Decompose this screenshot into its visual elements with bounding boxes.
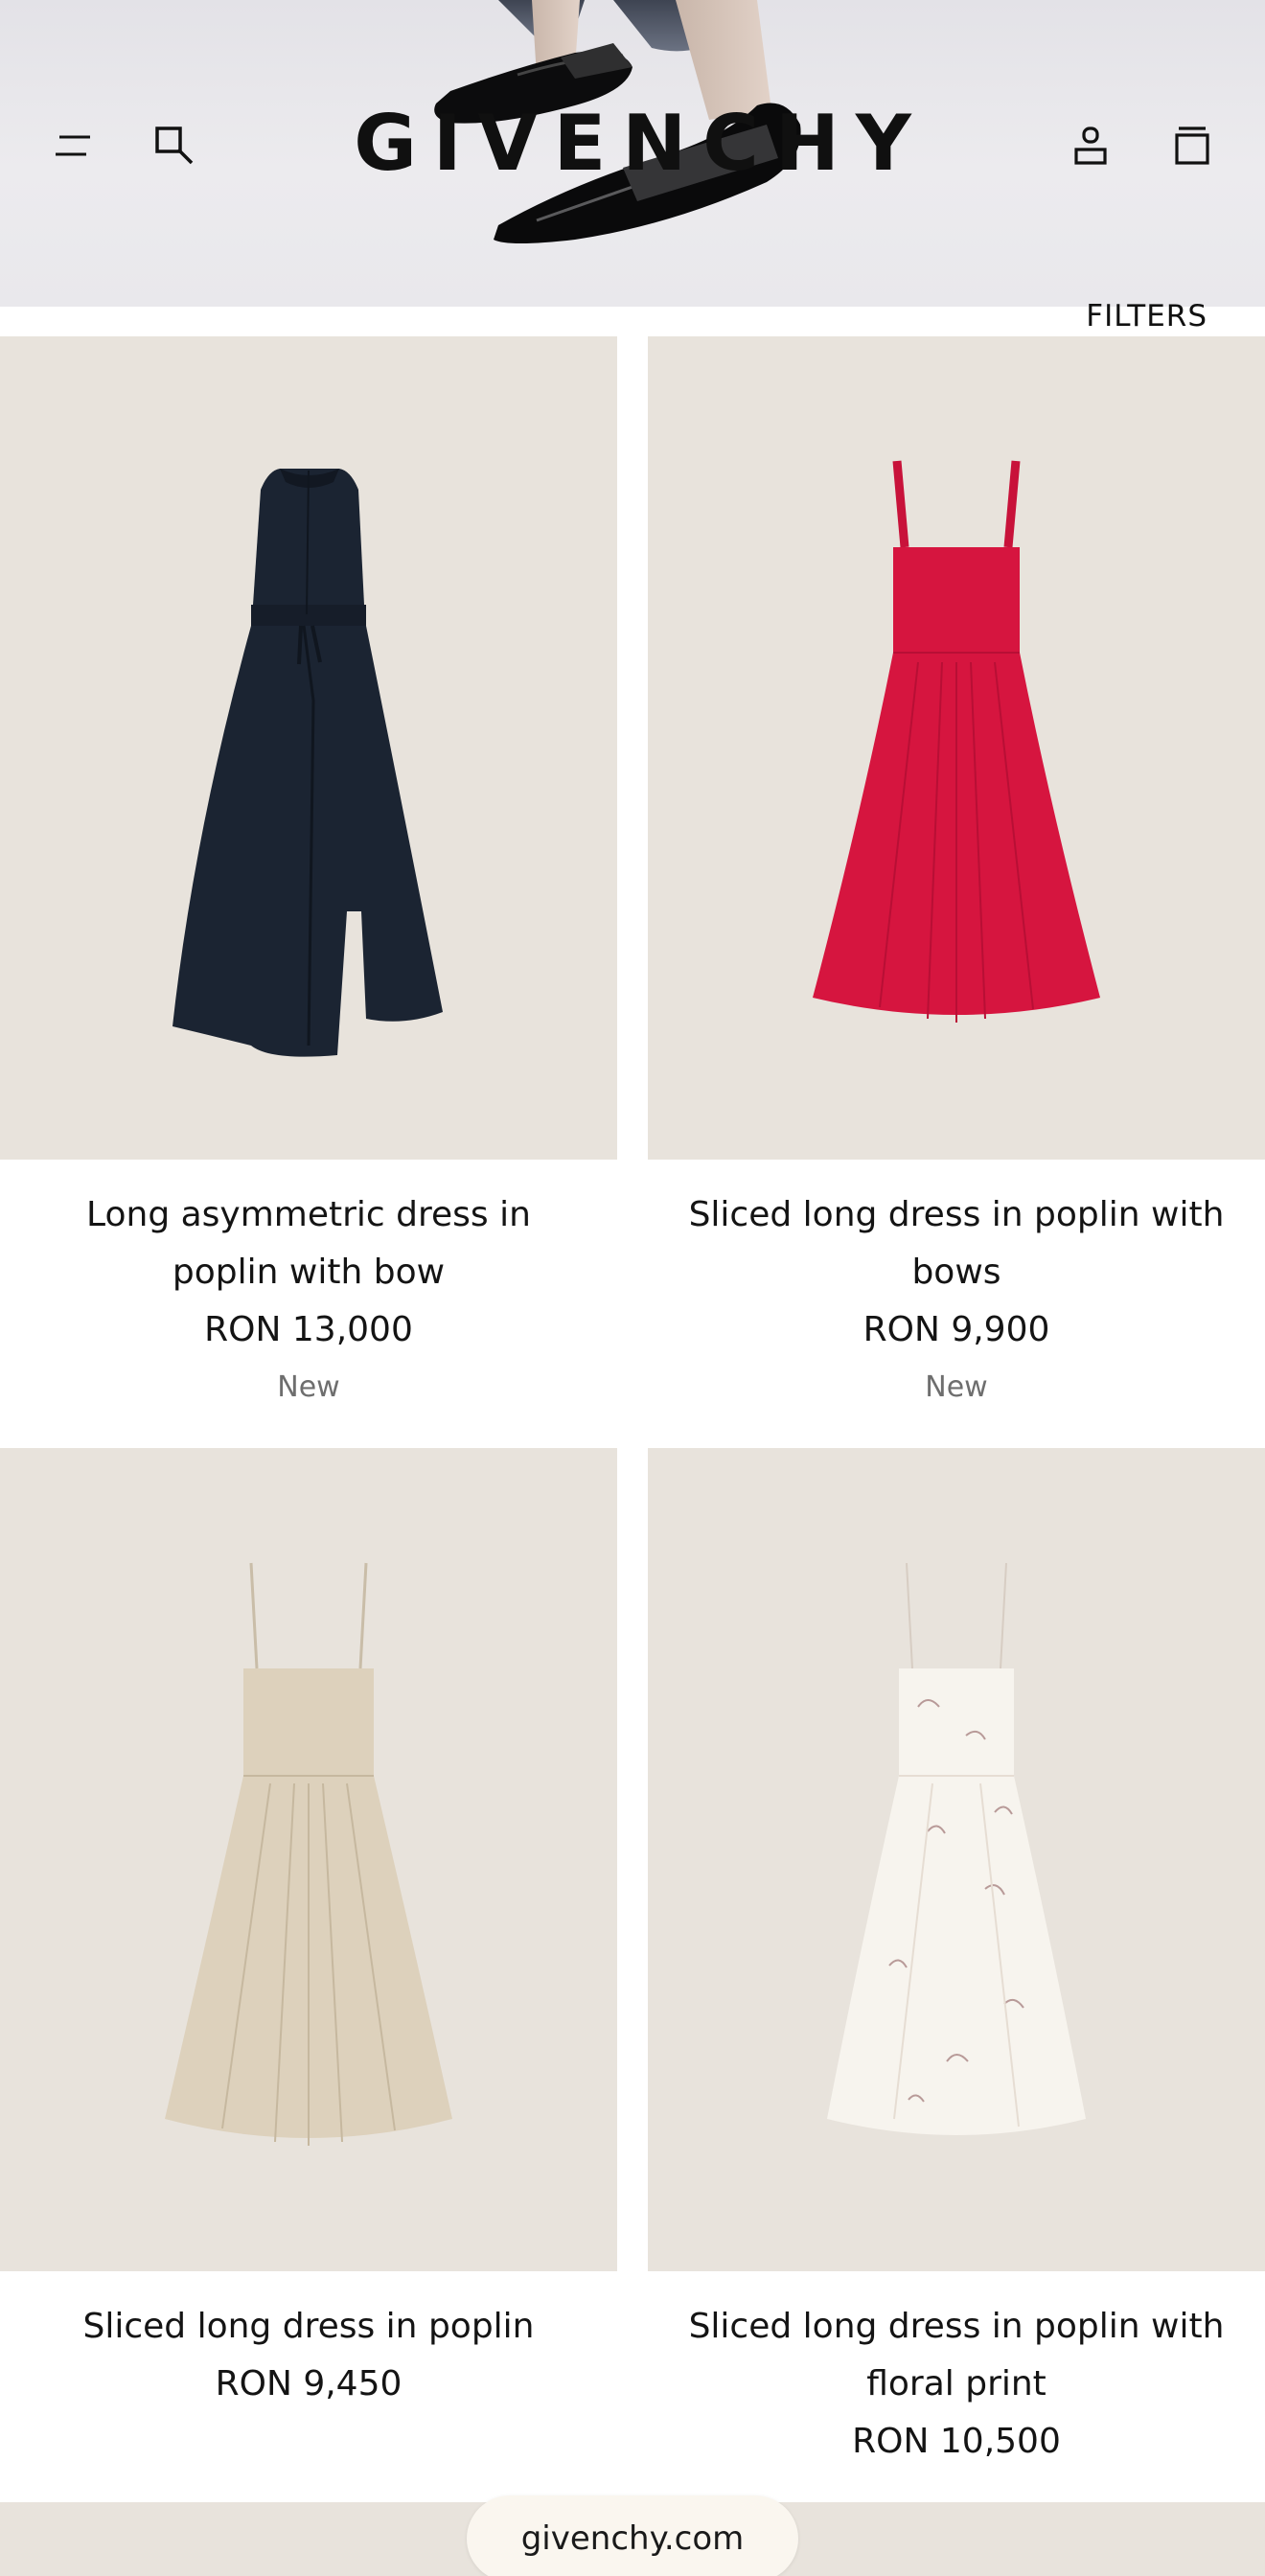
product-badge: New <box>925 1370 988 1404</box>
product-card[interactable]: Sliced long dress in poplin RON 9,450 <box>0 1448 617 2413</box>
product-image[interactable] <box>0 336 617 1160</box>
product-badge: New <box>277 1370 340 1404</box>
product-listing-page: GIVENCHY FILTERS Long asymmetric dress i… <box>0 0 1265 2576</box>
product-price: RON 13,000 <box>204 1310 413 1349</box>
product-price: RON 9,900 <box>862 1310 1050 1349</box>
product-card[interactable]: Long asymmetric dress in poplin with bow… <box>0 336 617 1416</box>
account-icon[interactable] <box>1062 117 1119 174</box>
product-image[interactable] <box>648 336 1265 1160</box>
header-controls: GIVENCHY <box>0 0 1265 307</box>
product-card[interactable]: Sliced long dress in poplin with floral … <box>648 1448 1265 2471</box>
product-name[interactable]: Long asymmetric dress in poplin with bow <box>29 1160 588 1301</box>
product-info: Sliced long dress in poplin RON 9,450 <box>0 2271 617 2413</box>
product-image[interactable] <box>648 1448 1265 2271</box>
product-price: RON 9,450 <box>215 2364 402 2404</box>
product-name[interactable]: Sliced long dress in poplin with floral … <box>677 2271 1236 2413</box>
product-card[interactable]: Sliced long dress in poplin with bows RO… <box>648 336 1265 1416</box>
product-name[interactable]: Sliced long dress in poplin with bows <box>677 1160 1236 1301</box>
product-price: RON 10,500 <box>852 2422 1061 2461</box>
shopping-bag-icon-glyph <box>1175 126 1209 165</box>
dress-red-bows-image <box>813 460 1100 1023</box>
product-info: Sliced long dress in poplin with bows RO… <box>648 1160 1265 1416</box>
filters-button[interactable]: FILTERS <box>1086 297 1208 335</box>
product-image[interactable] <box>0 1448 617 2271</box>
dress-navy-asymmetric-image <box>172 468 443 1057</box>
dress-floral-print-image <box>827 1562 1086 2135</box>
shopping-bag-icon[interactable] <box>1163 117 1221 174</box>
browser-url-bar[interactable]: givenchy.com <box>467 2496 798 2576</box>
account-icon-glyph <box>1074 126 1107 165</box>
product-name[interactable]: Sliced long dress in poplin <box>29 2271 588 2356</box>
product-info: Sliced long dress in poplin with floral … <box>648 2271 1265 2471</box>
dress-beige-image <box>165 1562 452 2146</box>
product-info: Long asymmetric dress in poplin with bow… <box>0 1160 617 1416</box>
hero-banner: GIVENCHY <box>0 0 1265 307</box>
